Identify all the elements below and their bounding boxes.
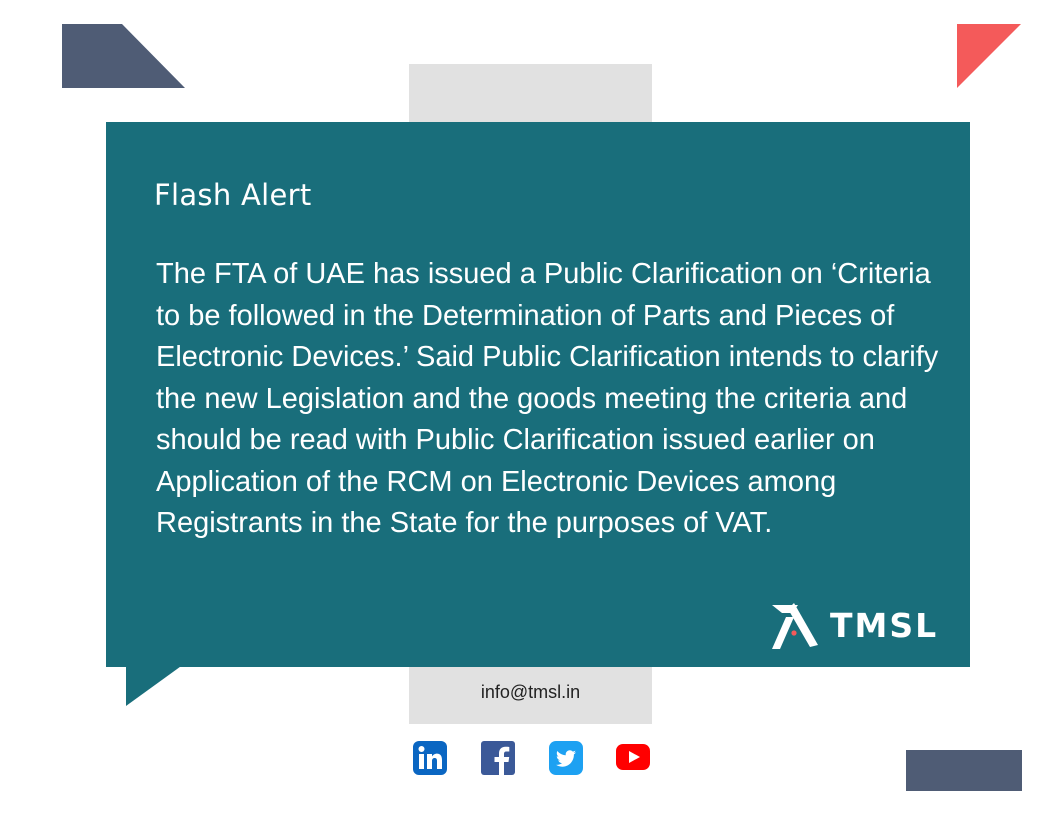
flash-alert-card: Flash Alert The FTA of UAE has issued a … xyxy=(106,122,970,667)
facebook-icon[interactable] xyxy=(481,741,515,775)
youtube-icon[interactable] xyxy=(616,741,650,775)
tmsl-logo-icon xyxy=(772,603,818,649)
alert-heading: Flash Alert xyxy=(154,178,312,212)
alert-body-text: The FTA of UAE has issued a Public Clari… xyxy=(156,258,939,539)
brand-name: TMSL xyxy=(830,605,939,645)
speech-bubble-tail xyxy=(126,664,184,706)
contact-email-link[interactable]: info@tmsl.in xyxy=(409,682,652,703)
decorative-coral-triangle xyxy=(957,24,1021,88)
linkedin-icon[interactable] xyxy=(413,741,447,775)
brand-logo: TMSL xyxy=(768,597,938,653)
decorative-slate-triangle xyxy=(62,24,185,88)
decorative-slate-bar xyxy=(906,750,1022,791)
twitter-icon[interactable] xyxy=(549,741,583,775)
